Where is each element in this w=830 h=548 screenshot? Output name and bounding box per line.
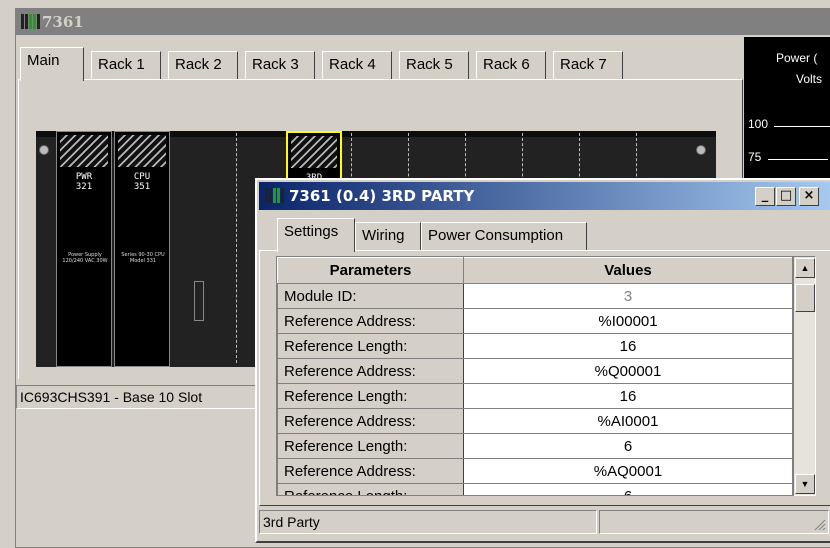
tab-label: Rack 2 (175, 56, 222, 73)
tab-label: Wiring (362, 227, 405, 244)
dialog-title-text: 7361 (0.4) 3RD PARTY (289, 187, 475, 205)
tab-label: Rack 7 (560, 56, 607, 73)
main-status-bar: IC693CHS391 - Base 10 Slot (16, 385, 258, 409)
module-properties-dialog: 7361 (0.4) 3RD PARTY _ □ × Settings Wiri… (255, 178, 830, 543)
tab-rack-7[interactable]: Rack 7 (553, 51, 623, 79)
module-hatch (118, 135, 166, 167)
tab-label: Rack 4 (329, 56, 376, 73)
tab-label: Rack 1 (98, 56, 145, 73)
parameter-name: Reference Length: (277, 433, 464, 459)
column-header-parameters[interactable]: Parameters (277, 257, 464, 284)
dialog-title-bar[interactable]: 7361 (0.4) 3RD PARTY _ □ × (259, 182, 830, 210)
tab-rack-5[interactable]: Rack 5 (399, 51, 469, 79)
minimize-button[interactable]: _ (755, 187, 775, 206)
tab-power-consumption[interactable]: Power Consumption (421, 222, 587, 250)
tab-rack-2[interactable]: Rack 2 (168, 51, 238, 79)
table-row[interactable]: Reference Length: 16 (277, 383, 793, 409)
rack-screw-left (39, 145, 49, 155)
tab-label: Rack 6 (483, 56, 530, 73)
tab-label: Settings (284, 223, 339, 240)
table-row[interactable]: Reference Address: %AQ0001 (277, 458, 793, 484)
module-cpu[interactable]: CPU 351 Series 90-30 CPU Model 331 (114, 131, 170, 367)
parameter-name: Reference Length: (277, 383, 464, 409)
module-fine-text: Power Supply 120/240 VAC 30W (62, 252, 108, 264)
parameter-name: Reference Address: (277, 358, 464, 384)
parameters-table: Parameters Values Module ID: 3 Reference … (277, 257, 793, 495)
column-header-values[interactable]: Values (463, 257, 793, 284)
close-button[interactable]: × (799, 187, 819, 206)
parameter-value[interactable]: %Q00001 (463, 358, 793, 384)
power-tick-label: 75 (748, 150, 762, 164)
table-row[interactable]: Reference Length: 6 (277, 433, 793, 459)
table-row[interactable]: Reference Length: 6 (277, 483, 793, 495)
main-title-bar[interactable]: 7361 (16, 9, 830, 35)
tab-label: Rack 5 (406, 56, 453, 73)
power-tick-line (768, 159, 828, 160)
scroll-up-button[interactable]: ▲ (795, 258, 815, 278)
module-hatch (60, 135, 108, 167)
tab-settings[interactable]: Settings (277, 218, 355, 252)
dialog-status-panel (599, 510, 829, 534)
grid-header-row: Parameters Values (277, 257, 793, 284)
scroll-down-button[interactable]: ▼ (795, 474, 815, 494)
table-row[interactable]: Reference Length: 16 (277, 333, 793, 359)
slot-connector (194, 281, 204, 321)
rack-app-icon (21, 14, 41, 29)
power-title: Power ( (776, 51, 818, 65)
rack-screw-right (696, 145, 706, 155)
parameter-name: Reference Length: (277, 333, 464, 359)
parameter-value[interactable]: %AQ0001 (463, 458, 793, 484)
rack-slot-divider (236, 133, 237, 363)
parameter-name: Reference Address: (277, 458, 464, 484)
module-hatch (291, 136, 337, 168)
module-label: CPU 351 (133, 172, 151, 192)
parameter-name: Module ID: (277, 283, 464, 309)
scroll-thumb[interactable] (795, 284, 815, 312)
rack-app-icon (265, 188, 285, 203)
power-tick-label: 100 (748, 117, 769, 131)
maximize-button[interactable]: □ (776, 187, 796, 206)
tab-rack-4[interactable]: Rack 4 (322, 51, 392, 79)
resize-grip-icon[interactable] (812, 517, 826, 531)
table-row[interactable]: Module ID: 3 (277, 283, 793, 309)
table-row[interactable]: Reference Address: %Q00001 (277, 358, 793, 384)
parameter-name: Reference Address: (277, 308, 464, 334)
tab-rack-1[interactable]: Rack 1 (91, 51, 161, 79)
tab-wiring[interactable]: Wiring (355, 222, 421, 250)
parameters-grid: Parameters Values Module ID: 3 Reference … (276, 256, 794, 496)
parameter-value[interactable]: 6 (463, 433, 793, 459)
module-label: PWR 321 (75, 172, 93, 192)
tab-label: Main (27, 52, 60, 69)
parameter-name: Reference Address: (277, 408, 464, 434)
module-fine-text: Series 90-30 CPU Model 331 (121, 252, 165, 264)
grid-scrollbar[interactable]: ▲ ▼ (794, 256, 816, 496)
parameter-value: 3 (463, 283, 793, 309)
tab-label: Power Consumption (428, 227, 564, 244)
parameter-value[interactable]: %AI0001 (463, 408, 793, 434)
parameter-value[interactable]: 16 (463, 333, 793, 359)
parameter-value[interactable]: %I00001 (463, 308, 793, 334)
parameter-name: Reference Length: (277, 483, 464, 495)
table-row[interactable]: Reference Address: %AI0001 (277, 408, 793, 434)
module-power-supply[interactable]: PWR 321 Power Supply 120/240 VAC 30W (56, 131, 112, 367)
tab-rack-3[interactable]: Rack 3 (245, 51, 315, 79)
parameter-value[interactable]: 16 (463, 383, 793, 409)
power-units: Volts (796, 72, 823, 86)
tab-main[interactable]: Main (20, 47, 84, 81)
dialog-status-bar: 3rd Party (259, 510, 597, 534)
tab-label: Rack 3 (252, 56, 299, 73)
table-row[interactable]: Reference Address: %I00001 (277, 308, 793, 334)
power-tick-line (774, 126, 830, 127)
tab-rack-6[interactable]: Rack 6 (476, 51, 546, 79)
parameter-value[interactable]: 6 (463, 483, 793, 495)
main-title-text: 7361 (42, 13, 84, 31)
